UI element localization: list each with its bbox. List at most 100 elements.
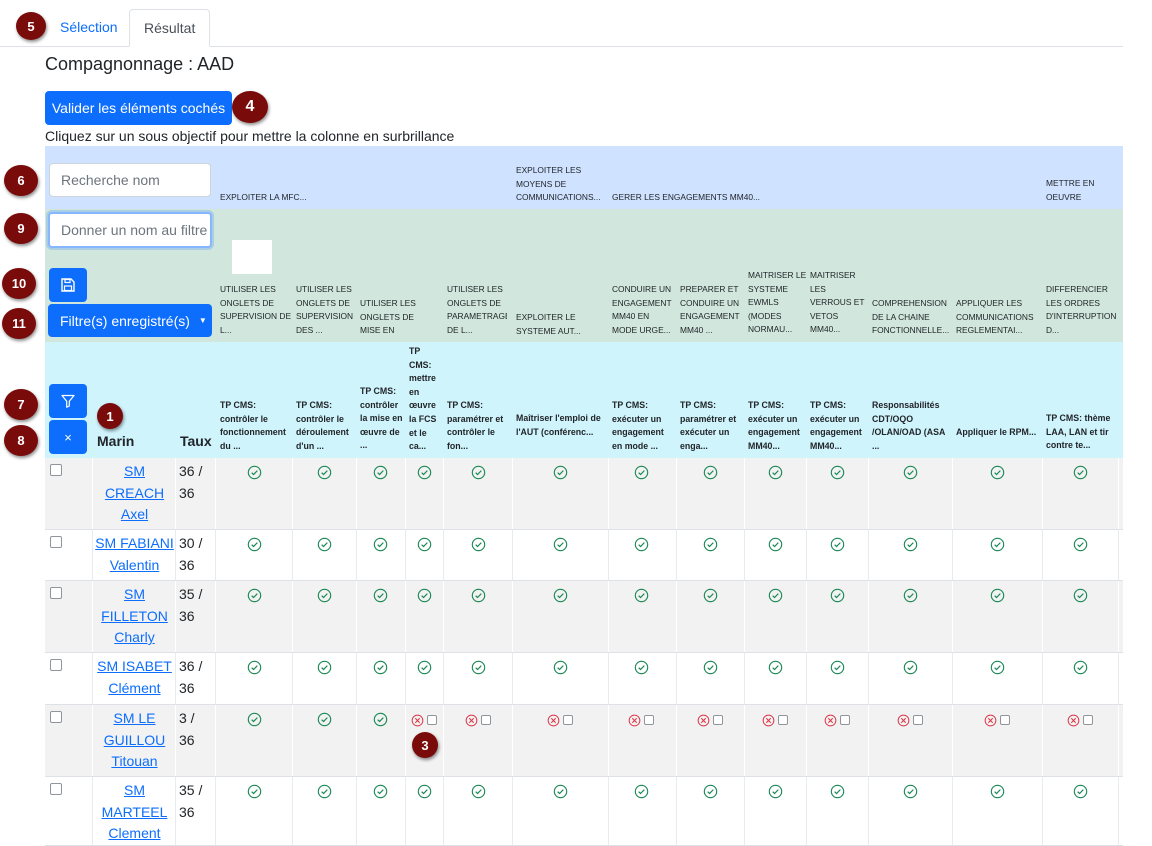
table-row: SM MARTEEL Clement 35 / 36 (45, 777, 1123, 846)
marin-name-line: Valentin (109, 556, 160, 573)
validate-checkbox[interactable] (644, 715, 654, 725)
page-title: Compagnonnage : AAD (45, 54, 235, 74)
validate-checkbox[interactable] (840, 715, 850, 725)
check-circle-icon (247, 465, 262, 480)
tab-resultat[interactable]: Résultat (129, 9, 211, 47)
objective-header[interactable]: GERER LES ENGAGEMENTS MM40... (612, 191, 812, 205)
validate-checkbox[interactable] (778, 715, 788, 725)
x-circle-icon (897, 714, 910, 727)
task-header[interactable]: TP CMS: mettre en œuvre la FCS et le ca.… (409, 345, 441, 455)
subobjective-header[interactable]: EXPLOITER LE SYSTEME AUT... (516, 311, 608, 338)
marin-name-link[interactable]: SM FABIANI Valentin (92, 533, 177, 576)
subobjective-header[interactable]: APPLIQUER LES COMMUNICATIONS REGLEMENTAI… (956, 297, 1040, 338)
annotation-badge: 10 (2, 268, 36, 299)
task-header[interactable]: Responsabilités CDT/OQO /OLAN/OAD (ASA .… (872, 399, 952, 455)
tab-selection[interactable]: Sélection (46, 9, 132, 45)
task-header[interactable]: Appliquer le RPM... (956, 426, 1040, 455)
validate-checkbox[interactable] (427, 715, 437, 725)
subobjective-header[interactable]: MAITRISER LES VERROUS ET VETOS MM40... (810, 269, 868, 338)
validate-checkbox[interactable] (1000, 715, 1010, 725)
validate-checked-button[interactable]: Valider les éléments cochés (45, 91, 232, 125)
x-circle-icon (628, 714, 641, 727)
row-checkbox[interactable] (50, 783, 62, 795)
subobjective-header[interactable]: PREPARER ET CONDUIRE UN ENGAGEMENT MM40 … (680, 283, 744, 338)
check-circle-icon (768, 660, 783, 675)
validate-checkbox[interactable] (1083, 715, 1093, 725)
apply-filter-button[interactable] (49, 384, 87, 418)
check-circle-icon (634, 588, 649, 603)
filter-name-input[interactable]: Donner un nom au filtre (48, 212, 212, 248)
caret-down-icon: ▼ (198, 316, 207, 325)
subobjective-header[interactable]: UTILISER LES ONGLETS DE SUPERVISION DE L… (220, 283, 292, 338)
annotation-badge: 5 (16, 12, 46, 40)
taux-line: 36 (179, 803, 195, 820)
check-circle-icon (830, 784, 845, 799)
subobjective-header[interactable]: COMPREHENSION DE LA CHAINE FONCTIONNELLE… (872, 297, 952, 338)
check-circle-icon (317, 784, 332, 799)
objective-header[interactable]: EXPLOITER LA MFC... (220, 191, 500, 205)
marin-name-link[interactable]: SM FILLETON Charly (92, 584, 177, 649)
check-circle-icon (830, 537, 845, 552)
taux-value: 30 / 36 (179, 533, 219, 576)
objective-header[interactable]: METTRE EN OEUVRE L'ARMEMENT AUDE... (1046, 177, 1123, 205)
annotation-badge: 11 (2, 308, 36, 339)
row-checkbox[interactable] (50, 536, 62, 548)
taux-value: 3 /36 (179, 708, 219, 751)
search-input[interactable]: Recherche nom (49, 163, 211, 197)
check-circle-icon (553, 588, 568, 603)
check-circle-icon (768, 465, 783, 480)
save-filter-button[interactable] (49, 268, 87, 302)
check-circle-icon (990, 660, 1005, 675)
marin-name-line: FILLETON (101, 607, 168, 624)
task-header[interactable]: Maîtriser l'emploi de l'AUT (conférenc..… (516, 412, 604, 455)
validate-checkbox[interactable] (713, 715, 723, 725)
check-circle-icon (317, 537, 332, 552)
row-checkbox[interactable] (50, 464, 62, 476)
subobjective-header[interactable]: UTILISER LES ONGLETS DE PARAMETRAGE DE L… (447, 283, 507, 338)
row-checkbox[interactable] (50, 587, 62, 599)
row-checkbox[interactable] (50, 711, 62, 723)
row-checkbox[interactable] (50, 659, 62, 671)
task-header[interactable]: TP CMS: contrôler le fonctionnement du .… (220, 399, 292, 455)
task-header[interactable]: TP CMS: thème LAA, LAN et tir contre te.… (1046, 412, 1122, 455)
marin-name-line: SM (124, 463, 145, 479)
validate-checkbox[interactable] (563, 715, 573, 725)
marin-name-line: SM ISABET (97, 658, 172, 674)
task-header[interactable]: TP CMS: paramétrer et contrôler le fon..… (447, 399, 511, 455)
x-circle-icon (547, 714, 560, 727)
table-row: SM LE GUILLOU Titouan 3 /36 (45, 705, 1123, 777)
saved-filters-dropdown[interactable]: Filtre(s) enregistré(s) ▼ (48, 304, 212, 337)
task-header[interactable]: TP CMS: exécuter un engagement en mode .… (612, 399, 676, 455)
taux-line: 36 (179, 556, 195, 573)
taux-value: 35 / 36 (179, 584, 219, 627)
check-circle-icon (903, 588, 918, 603)
check-circle-icon (990, 588, 1005, 603)
task-header[interactable]: TP CMS: contrôler la mise en œuvre de ..… (360, 385, 404, 455)
objective-header[interactable]: EXPLOITER LES MOYENS DE COMMUNICATIONS..… (516, 164, 608, 205)
validate-checkbox[interactable] (481, 715, 491, 725)
marin-name-link[interactable]: SM MARTEEL Clement (92, 780, 177, 845)
validate-checkbox[interactable] (913, 715, 923, 725)
task-header[interactable]: TP CMS: paramétrer et exécuter un enga..… (680, 399, 744, 455)
marin-name-link[interactable]: SM LE GUILLOU Titouan (92, 708, 177, 773)
marin-name-link[interactable]: SM CREACH Axel (92, 461, 177, 526)
clear-filter-button[interactable]: × (49, 420, 87, 454)
subobjective-header[interactable]: MAITRISER LE SYSTEME EWMLS (MODES NORMAU… (748, 269, 808, 338)
check-circle-icon (471, 660, 486, 675)
subobjective-header[interactable]: DIFFERENCIER LES ORDRES D'INTERRUPTION D… (1046, 283, 1122, 338)
table-row: SM FABIANI Valentin 30 / 36 (45, 530, 1123, 581)
subobjective-header[interactable]: UTILISER LES ONGLETS DE MISE EN OEUVRE D… (360, 297, 426, 338)
marin-name-line: SM FABIANI (95, 535, 174, 551)
task-header[interactable]: TP CMS: exécuter un engagement MM40... (748, 399, 808, 455)
taux-line: 36 (179, 731, 195, 748)
check-circle-icon (1073, 465, 1088, 480)
task-header[interactable]: TP CMS: exécuter un engagement MM40... (810, 399, 868, 455)
subobjective-header[interactable]: UTILISER LES ONGLETS DE SUPERVISION DES … (296, 283, 356, 338)
task-header[interactable]: TP CMS: contrôler le déroulement d'un ..… (296, 399, 356, 455)
check-circle-icon (703, 784, 718, 799)
taux-line: 35 / (179, 586, 203, 602)
table-row: SM ISABET Clément 36 / 36 (45, 653, 1123, 705)
check-circle-icon (317, 660, 332, 675)
marin-name-link[interactable]: SM ISABET Clément (92, 656, 177, 699)
subobjective-header[interactable]: CONDUIRE UN ENGAGEMENT MM40 EN MODE URGE… (612, 283, 676, 338)
